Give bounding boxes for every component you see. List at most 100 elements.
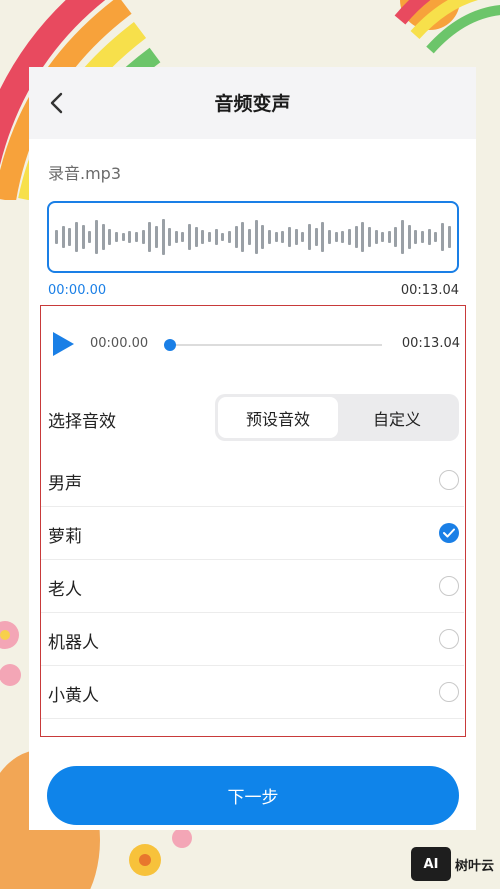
player-end-time: 00:13.04 bbox=[401, 336, 460, 351]
option-robot[interactable]: 机器人 bbox=[41, 613, 464, 666]
waveform-bar bbox=[74, 222, 78, 252]
flower-decoration bbox=[0, 621, 21, 686]
waveform-bar bbox=[268, 230, 271, 244]
option-label: 小黄人 bbox=[48, 686, 99, 706]
option-label: 老人 bbox=[48, 580, 82, 600]
waveform-bar bbox=[248, 229, 252, 245]
radio-button-checked[interactable] bbox=[439, 523, 459, 543]
effect-tabs: 预设音效 自定义 bbox=[215, 394, 459, 441]
play-icon[interactable] bbox=[51, 331, 75, 357]
waveform-bar bbox=[88, 231, 92, 243]
waveform-bar bbox=[387, 231, 391, 243]
option-label: 男声 bbox=[48, 474, 82, 494]
waveform-bar bbox=[81, 225, 85, 249]
waveform-bar bbox=[321, 222, 325, 252]
header: 音频变声 bbox=[29, 67, 476, 139]
waveform-selector[interactable] bbox=[47, 201, 459, 273]
waveform-bar bbox=[307, 224, 311, 250]
waveform-bar bbox=[194, 227, 198, 247]
waveform-bar bbox=[108, 229, 112, 245]
waveform-bar bbox=[281, 231, 285, 243]
waveform-bar bbox=[341, 231, 345, 243]
waveform-bar bbox=[228, 231, 232, 243]
tab-preset-effects[interactable]: 预设音效 bbox=[218, 397, 338, 438]
waveform-bar bbox=[181, 232, 185, 242]
effect-label: 选择音效 bbox=[48, 412, 116, 432]
slider-thumb[interactable] bbox=[164, 339, 176, 351]
next-button[interactable]: 下一步 bbox=[47, 766, 459, 825]
waveform-bar bbox=[354, 226, 358, 248]
waveform-bar bbox=[221, 233, 225, 241]
flower-decoration-bottom bbox=[129, 828, 192, 876]
waveform-bar bbox=[414, 230, 418, 244]
waveform-bar bbox=[301, 232, 305, 242]
waveform-bar bbox=[168, 228, 172, 246]
waveform-bar bbox=[241, 222, 245, 252]
waveform-bar bbox=[121, 233, 125, 241]
waveform-end-time: 00:13.04 bbox=[400, 283, 459, 298]
waveform-bar bbox=[68, 228, 72, 246]
waveform-bar bbox=[101, 224, 105, 250]
progress-slider[interactable] bbox=[164, 339, 382, 351]
voice-changer-card: 音频变声 录音.mp3 00:00.00 00:13.04 00:00.00 0… bbox=[29, 67, 476, 830]
watermark: AI 树叶云 bbox=[410, 847, 494, 881]
waveform-bar bbox=[274, 232, 278, 242]
waveform-bar bbox=[261, 225, 265, 249]
waveform-bar bbox=[327, 230, 331, 244]
waveform-bar bbox=[61, 226, 65, 248]
waveform-bar bbox=[294, 229, 298, 245]
waveform-bar bbox=[367, 227, 371, 247]
check-icon bbox=[443, 528, 455, 538]
player-current-time: 00:00.00 bbox=[90, 336, 149, 351]
waveform-bar bbox=[114, 232, 118, 242]
effect-panel: 00:00.00 00:13.04 选择音效 预设音效 自定义 男声 萝莉 老人… bbox=[40, 305, 466, 737]
option-male-voice[interactable]: 男声 bbox=[41, 454, 464, 507]
waveform-bar bbox=[254, 220, 258, 254]
waveform-bar bbox=[148, 222, 152, 252]
waveform-bar bbox=[214, 229, 218, 245]
watermark-text: 树叶云 bbox=[454, 858, 494, 874]
option-minion[interactable]: 小黄人 bbox=[41, 666, 464, 719]
waveform-start-time: 00:00.00 bbox=[48, 283, 107, 298]
waveform-bar bbox=[434, 232, 438, 242]
waveform-bar bbox=[394, 227, 398, 247]
waveform-bar bbox=[161, 219, 165, 255]
waveform-bar bbox=[407, 225, 411, 249]
radio-button[interactable] bbox=[439, 470, 459, 490]
option-loli[interactable]: 萝莉 bbox=[41, 507, 464, 560]
option-elderly[interactable]: 老人 bbox=[41, 560, 464, 613]
waveform-bar bbox=[141, 230, 145, 244]
waveform-bar bbox=[208, 232, 212, 242]
radio-button[interactable] bbox=[439, 682, 459, 702]
radio-button[interactable] bbox=[439, 576, 459, 596]
waveform-bar bbox=[174, 231, 178, 243]
waveform-bar bbox=[427, 229, 431, 245]
waveform-bar bbox=[201, 230, 205, 244]
waveform-bar bbox=[381, 232, 385, 242]
option-label: 机器人 bbox=[48, 633, 99, 653]
waveform-bar bbox=[447, 226, 451, 248]
waveform-bar bbox=[334, 232, 338, 242]
waveform-bar bbox=[314, 228, 318, 246]
page-title: 音频变声 bbox=[214, 93, 291, 115]
watermark-logo: AI bbox=[410, 847, 451, 881]
waveform-bar bbox=[128, 231, 132, 243]
waveform-bar bbox=[401, 220, 405, 254]
tab-custom[interactable]: 自定义 bbox=[337, 397, 457, 438]
radio-button[interactable] bbox=[439, 629, 459, 649]
waveform-bar bbox=[188, 224, 192, 250]
waveform-bar bbox=[134, 232, 138, 242]
waveform-bar bbox=[94, 220, 98, 254]
option-label: 萝莉 bbox=[48, 527, 82, 547]
waveform-bar bbox=[441, 223, 445, 251]
waveform-bar bbox=[374, 230, 378, 244]
file-name: 录音.mp3 bbox=[48, 164, 122, 183]
waveform-bar bbox=[234, 226, 238, 248]
effect-options-list: 男声 萝莉 老人 机器人 小黄人 bbox=[41, 454, 464, 719]
waveform-bar bbox=[347, 229, 351, 245]
waveform-bar bbox=[361, 222, 365, 252]
waveform-bar bbox=[55, 230, 58, 244]
waveform-bar bbox=[154, 226, 158, 248]
waveform-bar bbox=[287, 227, 291, 247]
waveform-bar bbox=[421, 231, 425, 243]
